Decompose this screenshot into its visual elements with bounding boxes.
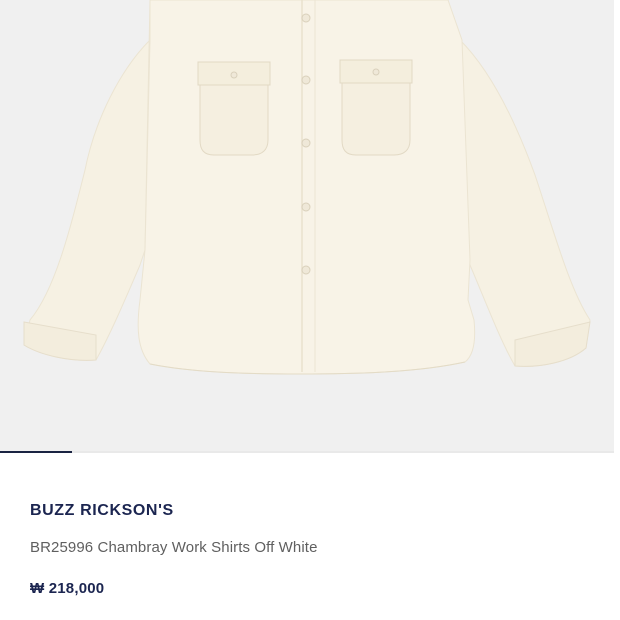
product-price: ₩ 218,000: [30, 580, 105, 597]
gallery-progress-track: [0, 451, 614, 453]
product-image-gallery[interactable]: [0, 0, 614, 451]
product-detail-page: BUZZ RICKSON'S BR25996 Chambray Work Shi…: [0, 0, 620, 620]
product-title: BR25996 Chambray Work Shirts Off White: [30, 539, 318, 556]
brand-name[interactable]: BUZZ RICKSON'S: [30, 502, 174, 520]
gallery-progress-indicator: [0, 451, 72, 453]
product-image[interactable]: [0, 0, 614, 451]
